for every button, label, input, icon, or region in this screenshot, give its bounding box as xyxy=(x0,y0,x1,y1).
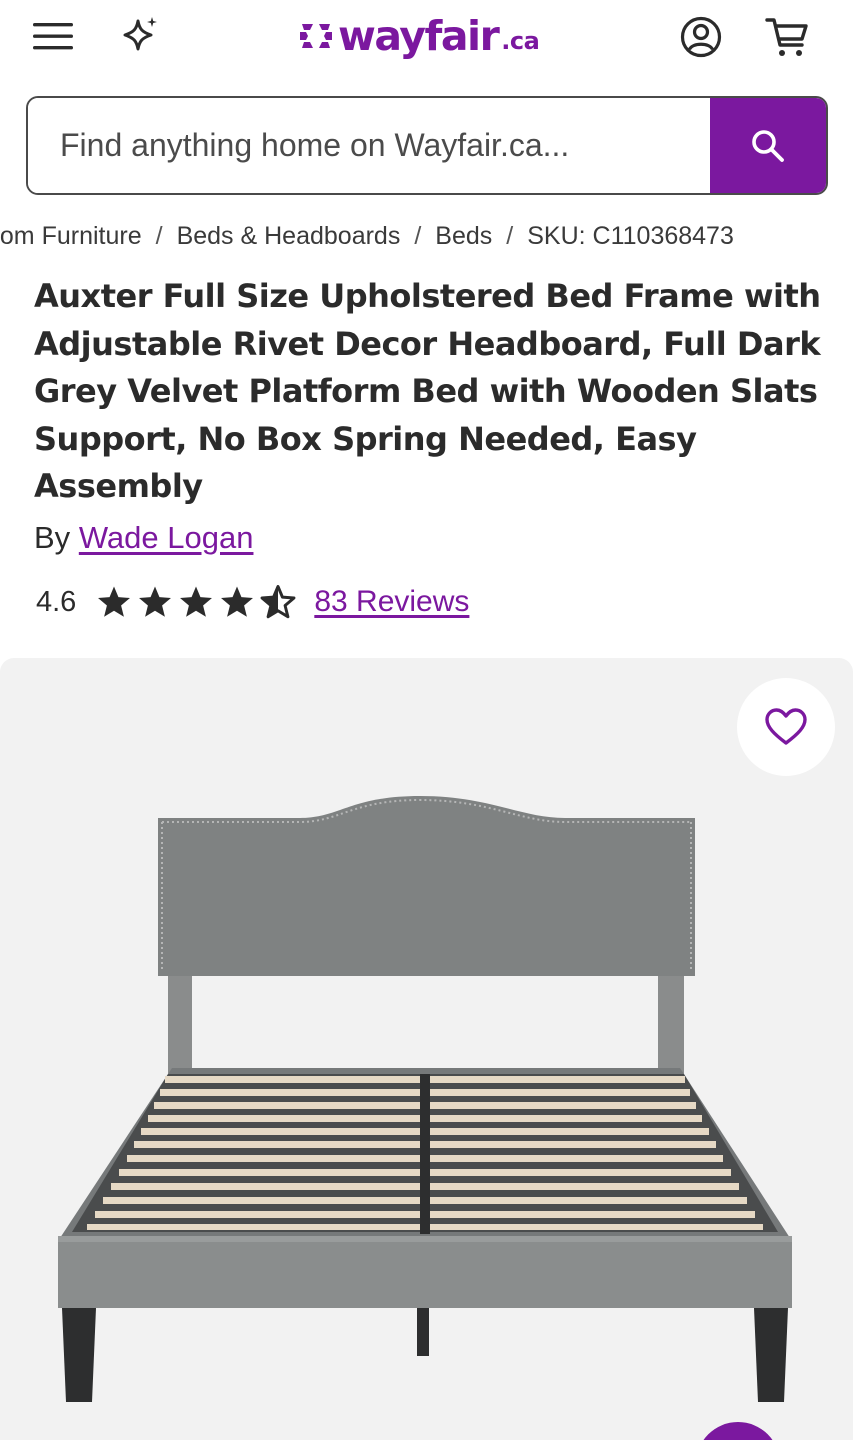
rating-row: 4.6 83 Reviews xyxy=(36,580,469,624)
product-image-gallery[interactable] xyxy=(0,658,853,1440)
breadcrumb-separator: / xyxy=(414,222,422,250)
brand-link[interactable]: Wade Logan xyxy=(79,520,254,555)
breadcrumb-sku: SKU: C110368473 xyxy=(527,222,734,250)
rating-value: 4.6 xyxy=(36,585,77,618)
sparkle-icon[interactable] xyxy=(116,14,164,58)
cart-icon[interactable] xyxy=(760,12,814,62)
star-rating xyxy=(96,585,296,619)
search-input[interactable] xyxy=(28,98,710,193)
product-byline: By Wade Logan xyxy=(34,520,253,556)
product-image-bed xyxy=(58,796,792,1402)
breadcrumb-item-bedroom-furniture[interactable]: oom Furniture xyxy=(0,222,142,251)
account-icon[interactable] xyxy=(676,12,726,62)
search-icon xyxy=(752,129,784,162)
star-full-icon xyxy=(180,586,213,617)
star-full-icon xyxy=(139,586,172,617)
search-button[interactable] xyxy=(710,98,826,193)
logo-tld: .ca xyxy=(501,27,540,55)
wayfair-pinwheel-icon xyxy=(300,24,332,48)
search-bar xyxy=(26,96,828,195)
logo-wordmark: wayfair xyxy=(338,11,500,60)
favorite-button[interactable] xyxy=(737,678,835,776)
breadcrumb-item-beds[interactable]: Beds xyxy=(435,222,492,251)
heart-icon xyxy=(765,708,807,745)
reviews-link[interactable]: 83 Reviews xyxy=(314,585,469,619)
by-label: By xyxy=(34,520,71,555)
wayfair-logo[interactable]: wayfair .ca xyxy=(298,8,540,64)
star-full-icon xyxy=(98,586,131,617)
top-nav-bar: wayfair .ca xyxy=(0,0,853,80)
star-half-icon xyxy=(260,585,296,619)
breadcrumb-separator: / xyxy=(506,222,514,250)
product-title: Auxter Full Size Upholstered Bed Frame w… xyxy=(34,277,821,505)
breadcrumb: oom Furniture / Beds & Headboards / Beds… xyxy=(0,218,853,256)
star-full-icon xyxy=(221,586,254,617)
breadcrumb-separator: / xyxy=(155,222,163,250)
breadcrumb-item-beds-headboards[interactable]: Beds & Headboards xyxy=(177,222,401,251)
menu-icon[interactable] xyxy=(28,14,76,58)
